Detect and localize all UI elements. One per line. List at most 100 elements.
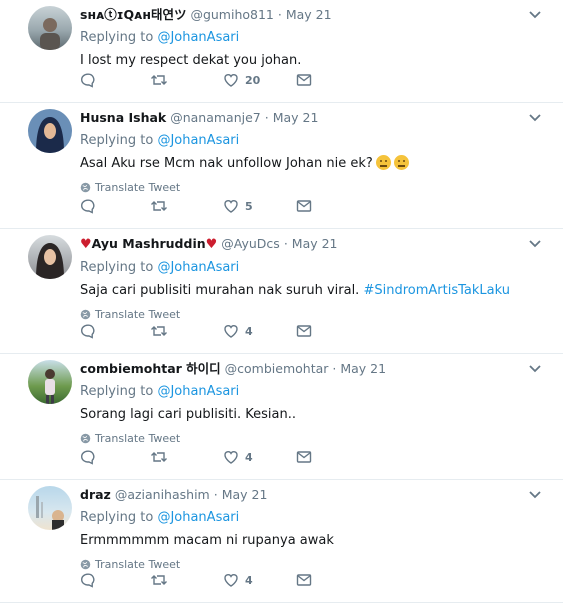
tweet-actions: 20 bbox=[80, 72, 340, 94]
display-name[interactable]: combiemohtar 하이디 bbox=[80, 361, 221, 376]
tweet[interactable]: Husna Ishak @nanamanje7 · May 21 Replyin… bbox=[0, 103, 563, 229]
user-handle[interactable]: @AyuDcs bbox=[221, 236, 280, 251]
mention-link[interactable]: @JohanAsari bbox=[157, 384, 239, 399]
like-button[interactable]: 4 bbox=[223, 572, 253, 588]
avatar[interactable] bbox=[28, 235, 72, 279]
separator-dot: · bbox=[332, 361, 337, 376]
avatar[interactable] bbox=[28, 360, 72, 404]
retweet-icon bbox=[151, 201, 167, 211]
hashtag-link[interactable]: #SindromArtisTakLaku bbox=[363, 283, 510, 298]
display-name[interactable]: Husna Ishak bbox=[80, 110, 166, 125]
retweet-button[interactable] bbox=[150, 323, 168, 339]
tweet-actions: 4 bbox=[80, 572, 340, 594]
translate-tweet-link[interactable]: Translate Tweet bbox=[80, 432, 523, 445]
tweet-text: Asal Aku rse Mcm nak unfollow Johan nie … bbox=[80, 154, 523, 173]
chevron-down-icon[interactable] bbox=[527, 360, 543, 376]
red-heart-icon: ♥ bbox=[205, 237, 218, 252]
replying-to: Replying to @JohanAsari bbox=[80, 259, 523, 277]
retweet-button[interactable] bbox=[150, 449, 168, 465]
mention-link[interactable]: @JohanAsari bbox=[157, 30, 239, 45]
replying-prefix: Replying to bbox=[80, 30, 154, 45]
person-photo-icon bbox=[40, 18, 60, 50]
tweet-date[interactable]: May 21 bbox=[273, 110, 319, 125]
retweet-button[interactable] bbox=[150, 72, 168, 88]
separator-dot: · bbox=[264, 110, 269, 125]
display-name[interactable]: draz bbox=[80, 487, 111, 502]
retweet-button[interactable] bbox=[150, 198, 168, 214]
user-handle[interactable]: @nanamanje7 bbox=[170, 110, 261, 125]
like-button[interactable]: 5 bbox=[223, 198, 253, 214]
tweet-date[interactable]: May 21 bbox=[222, 487, 268, 502]
display-name[interactable]: Ayu Mashruddin bbox=[92, 236, 206, 251]
translate-label: Translate Tweet bbox=[95, 308, 181, 321]
replying-prefix: Replying to bbox=[80, 133, 154, 148]
reply-icon bbox=[81, 199, 95, 214]
mention-link[interactable]: @JohanAsari bbox=[157, 510, 239, 525]
translate-label: Translate Tweet bbox=[95, 558, 181, 571]
tweet-text: I lost my respect dekat you johan. bbox=[80, 51, 523, 70]
direct-message-button[interactable] bbox=[296, 72, 312, 88]
chevron-down-icon[interactable] bbox=[527, 235, 543, 251]
heart-icon bbox=[224, 74, 238, 87]
like-button[interactable]: 4 bbox=[223, 449, 253, 465]
direct-message-button[interactable] bbox=[296, 323, 312, 339]
direct-message-button[interactable] bbox=[296, 198, 312, 214]
direct-message-button[interactable] bbox=[296, 449, 312, 465]
tweet-text-body: I lost my respect dekat you johan. bbox=[80, 53, 302, 68]
tweet-actions: 4 bbox=[80, 449, 340, 471]
reply-button[interactable] bbox=[80, 198, 96, 214]
like-button[interactable]: 4 bbox=[223, 323, 253, 339]
globe-icon bbox=[80, 309, 91, 320]
tweet-text-body: Ermmmmmm macam ni rupanya awak bbox=[80, 533, 334, 548]
avatar[interactable] bbox=[28, 109, 72, 153]
user-handle[interactable]: @combiemohtar bbox=[225, 361, 329, 376]
envelope-icon bbox=[296, 451, 312, 463]
red-heart-icon: ♥ bbox=[80, 237, 92, 252]
chevron-down-icon[interactable] bbox=[527, 6, 543, 22]
avatar[interactable] bbox=[28, 486, 72, 530]
reply-button[interactable] bbox=[80, 449, 96, 465]
reply-icon bbox=[81, 573, 95, 588]
tweet-actions: 4 bbox=[80, 323, 340, 345]
envelope-icon bbox=[296, 325, 312, 337]
heart-icon bbox=[224, 451, 238, 464]
reply-button[interactable] bbox=[80, 72, 96, 88]
like-button[interactable]: 20 bbox=[223, 72, 260, 88]
reply-icon bbox=[81, 324, 95, 339]
tweet[interactable]: draz @azianihashim · May 21 Replying to … bbox=[0, 480, 563, 603]
envelope-icon bbox=[296, 200, 312, 212]
reply-icon bbox=[81, 73, 95, 88]
avatar[interactable] bbox=[28, 6, 72, 50]
tweet-actions: 5 bbox=[80, 198, 340, 220]
direct-message-button[interactable] bbox=[296, 572, 312, 588]
tweet-text: Sorang lagi cari publisiti. Kesian.. bbox=[80, 405, 523, 424]
separator-dot: · bbox=[277, 7, 282, 22]
tweet[interactable]: ♥Ayu Mashruddin♥ @AyuDcs · May 21 Replyi… bbox=[0, 229, 563, 354]
translate-tweet-link[interactable]: Translate Tweet bbox=[80, 308, 523, 321]
translate-tweet-link[interactable]: Translate Tweet bbox=[80, 558, 523, 571]
tweet-date[interactable]: May 21 bbox=[286, 7, 332, 22]
like-count: 4 bbox=[245, 324, 253, 338]
display-name[interactable]: sʜᴀⓣɪQᴀʜ태연ツ bbox=[80, 7, 186, 22]
user-handle[interactable]: @gumiho811 bbox=[190, 7, 273, 22]
tweet-date[interactable]: May 21 bbox=[340, 361, 386, 376]
reply-button[interactable] bbox=[80, 572, 96, 588]
translate-tweet-link[interactable]: Translate Tweet bbox=[80, 181, 523, 194]
like-count: 4 bbox=[245, 573, 253, 587]
reply-button[interactable] bbox=[80, 323, 96, 339]
tweet[interactable]: sʜᴀⓣɪQᴀʜ태연ツ @gumiho811 · May 21 Replying… bbox=[0, 0, 563, 103]
tweet-date[interactable]: May 21 bbox=[292, 236, 338, 251]
envelope-icon bbox=[296, 74, 312, 86]
translate-label: Translate Tweet bbox=[95, 432, 181, 445]
mention-link[interactable]: @JohanAsari bbox=[157, 133, 239, 148]
replying-prefix: Replying to bbox=[80, 384, 154, 399]
smirk-emoji-icon bbox=[393, 155, 409, 170]
chevron-down-icon[interactable] bbox=[527, 109, 543, 125]
tweet-header: draz @azianihashim · May 21 bbox=[80, 486, 523, 504]
tweet[interactable]: combiemohtar 하이디 @combiemohtar · May 21 … bbox=[0, 354, 563, 480]
chevron-down-icon[interactable] bbox=[527, 486, 543, 502]
mention-link[interactable]: @JohanAsari bbox=[157, 260, 239, 275]
user-handle[interactable]: @azianihashim bbox=[115, 487, 210, 502]
retweet-button[interactable] bbox=[150, 572, 168, 588]
hijab-person-photo-icon bbox=[36, 243, 64, 279]
